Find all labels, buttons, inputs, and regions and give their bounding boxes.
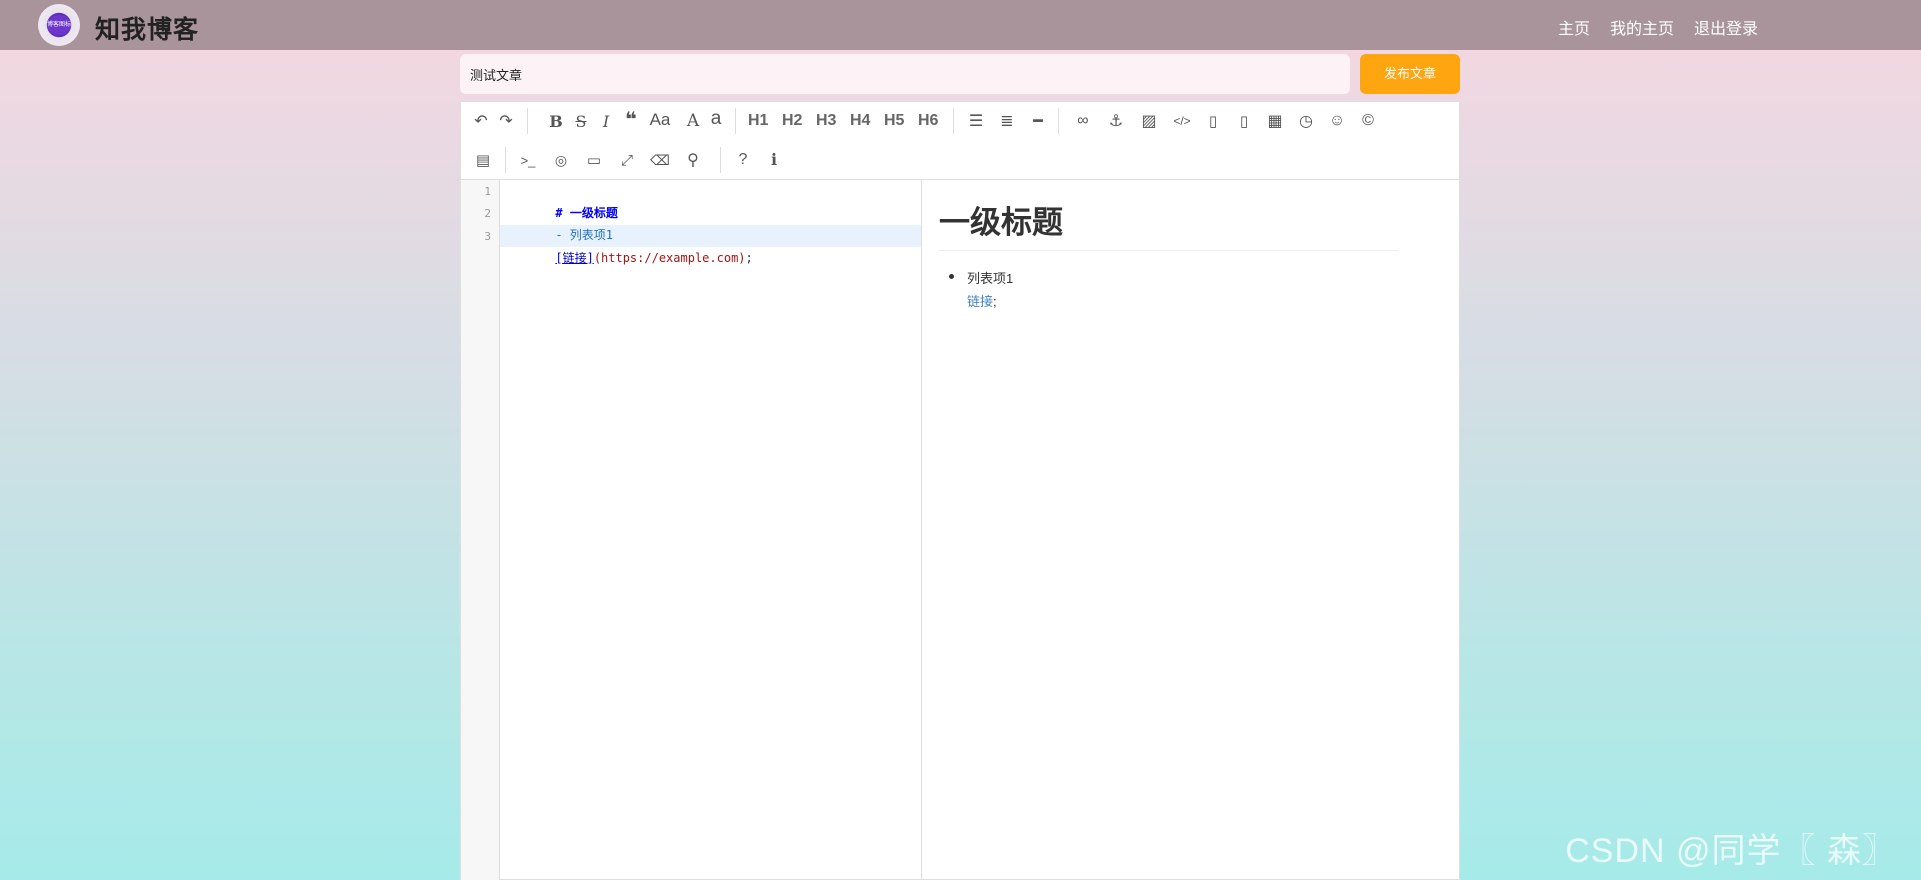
pagebreak-icon[interactable]: ▤ [473, 148, 493, 172]
preview-link[interactable]: 链接 [967, 294, 993, 309]
ordered-list-icon[interactable]: ≣ [997, 109, 1017, 133]
toolbar-divider [720, 147, 721, 173]
redo-icon[interactable]: ↷ [496, 109, 516, 133]
toolbar-divider [735, 108, 736, 134]
h1-button[interactable]: H1 [748, 109, 768, 133]
preview-icon[interactable]: ▭ [584, 148, 604, 172]
goto-line-icon[interactable]: >_ [518, 148, 538, 172]
markdown-source-pane[interactable]: # 一级标题 - 列表项1 [链接](https://example.com); [500, 180, 922, 880]
html-entities-icon[interactable]: © [1358, 109, 1378, 133]
link-icon[interactable]: ∞ [1073, 109, 1093, 133]
uppercase-a-icon[interactable]: A [683, 109, 703, 133]
markdown-preview-pane: 一级标题 列表项1 链接; [939, 180, 1439, 880]
preview-list-text: 列表项1 [967, 271, 1014, 286]
h4-button[interactable]: H4 [850, 109, 870, 133]
editor-toolbar: ↶ ↷ B S I ❝ Aa A a H1 H2 H3 H4 H5 H6 ☰ ≣… [461, 102, 1459, 180]
h2-button[interactable]: H2 [782, 109, 802, 133]
line-number: 1 [484, 185, 491, 198]
strikethrough-icon[interactable]: S [571, 109, 591, 133]
markdown-editor: ↶ ↷ B S I ❝ Aa A a H1 H2 H3 H4 H5 H6 ☰ ≣… [460, 101, 1460, 880]
h5-button[interactable]: H5 [884, 109, 904, 133]
semicolon-source: ; [745, 251, 753, 265]
italic-icon[interactable]: I [596, 109, 616, 133]
help-icon[interactable]: ? [733, 148, 753, 172]
line-number: 2 [484, 207, 491, 220]
line-number-gutter: 1 2 3 [461, 180, 500, 880]
lowercase-a-icon[interactable]: a [706, 107, 726, 131]
top-navbar: 博客图标 知我博客 主页 我的主页 退出登录 [0, 0, 1921, 50]
link-source: [链接] [555, 251, 594, 265]
publish-button[interactable]: 发布文章 [1360, 54, 1460, 94]
url-source: (https://example.com) [593, 251, 746, 265]
logo-text: 博客图标 [47, 15, 71, 35]
undo-icon[interactable]: ↶ [471, 109, 491, 133]
toolbar-divider [505, 147, 506, 173]
list-bullet-icon [949, 274, 954, 279]
horizontal-rule-icon[interactable]: ━ [1028, 109, 1048, 133]
watermark: CSDN @同学〖 森〗 [1565, 832, 1897, 870]
nav-logout-link[interactable]: 退出登录 [1694, 15, 1758, 39]
preview-semicolon: ; [993, 294, 997, 309]
toolbar-divider [1058, 108, 1059, 134]
watch-toggle-icon[interactable]: ◎ [551, 148, 571, 172]
code-line: - 列表项1 [512, 202, 613, 242]
code-line: # 一级标题 [512, 180, 617, 220]
image-icon[interactable]: ▨ [1139, 109, 1159, 133]
clear-icon[interactable]: ⌫ [650, 148, 670, 172]
preview-link-line: 链接; [967, 291, 997, 310]
info-icon[interactable]: ℹ [764, 148, 784, 172]
code-block-icon[interactable]: ▯ [1203, 109, 1223, 133]
toolbar-divider [953, 108, 954, 134]
site-logo[interactable]: 博客图标 [38, 4, 80, 46]
h3-button[interactable]: H3 [816, 109, 836, 133]
table-icon[interactable]: ▦ [1265, 109, 1285, 133]
bold-icon[interactable]: B [546, 109, 566, 133]
code-inline-icon[interactable]: </> [1172, 109, 1192, 133]
article-title-input[interactable] [460, 54, 1350, 94]
nav-links: 主页 我的主页 退出登录 [1558, 15, 1758, 39]
search-icon[interactable]: ⚲ [683, 148, 703, 172]
anchor-icon[interactable]: ⚓ [1106, 109, 1126, 133]
uppercase-icon[interactable]: Aa [646, 108, 674, 132]
datetime-icon[interactable]: ◷ [1296, 109, 1316, 133]
emoji-icon[interactable]: ☺ [1327, 109, 1347, 133]
h6-button[interactable]: H6 [918, 109, 938, 133]
nav-my-home-link[interactable]: 我的主页 [1610, 15, 1674, 39]
preview-list-item: 列表项1 [949, 268, 1014, 287]
line-number: 3 [484, 230, 491, 243]
preview-heading: 一级标题 [939, 197, 1399, 251]
code-line: [链接](https://example.com); [512, 225, 752, 265]
quote-icon[interactable]: ❝ [621, 107, 641, 131]
toolbar-divider [527, 108, 528, 134]
nav-home-link[interactable]: 主页 [1558, 15, 1590, 39]
unordered-list-icon[interactable]: ☰ [966, 109, 986, 133]
site-brand[interactable]: 知我博客 [95, 10, 199, 46]
fullscreen-icon[interactable]: ⤢ [617, 148, 637, 172]
preformatted-code-icon[interactable]: ▯ [1234, 109, 1254, 133]
